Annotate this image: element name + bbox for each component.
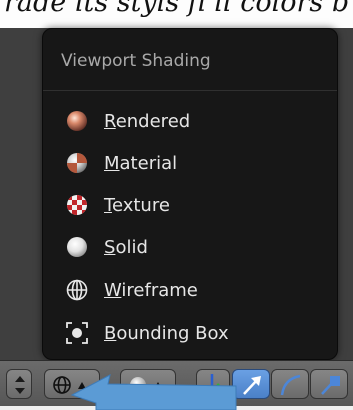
pointer-arrow-icon (70, 374, 237, 410)
